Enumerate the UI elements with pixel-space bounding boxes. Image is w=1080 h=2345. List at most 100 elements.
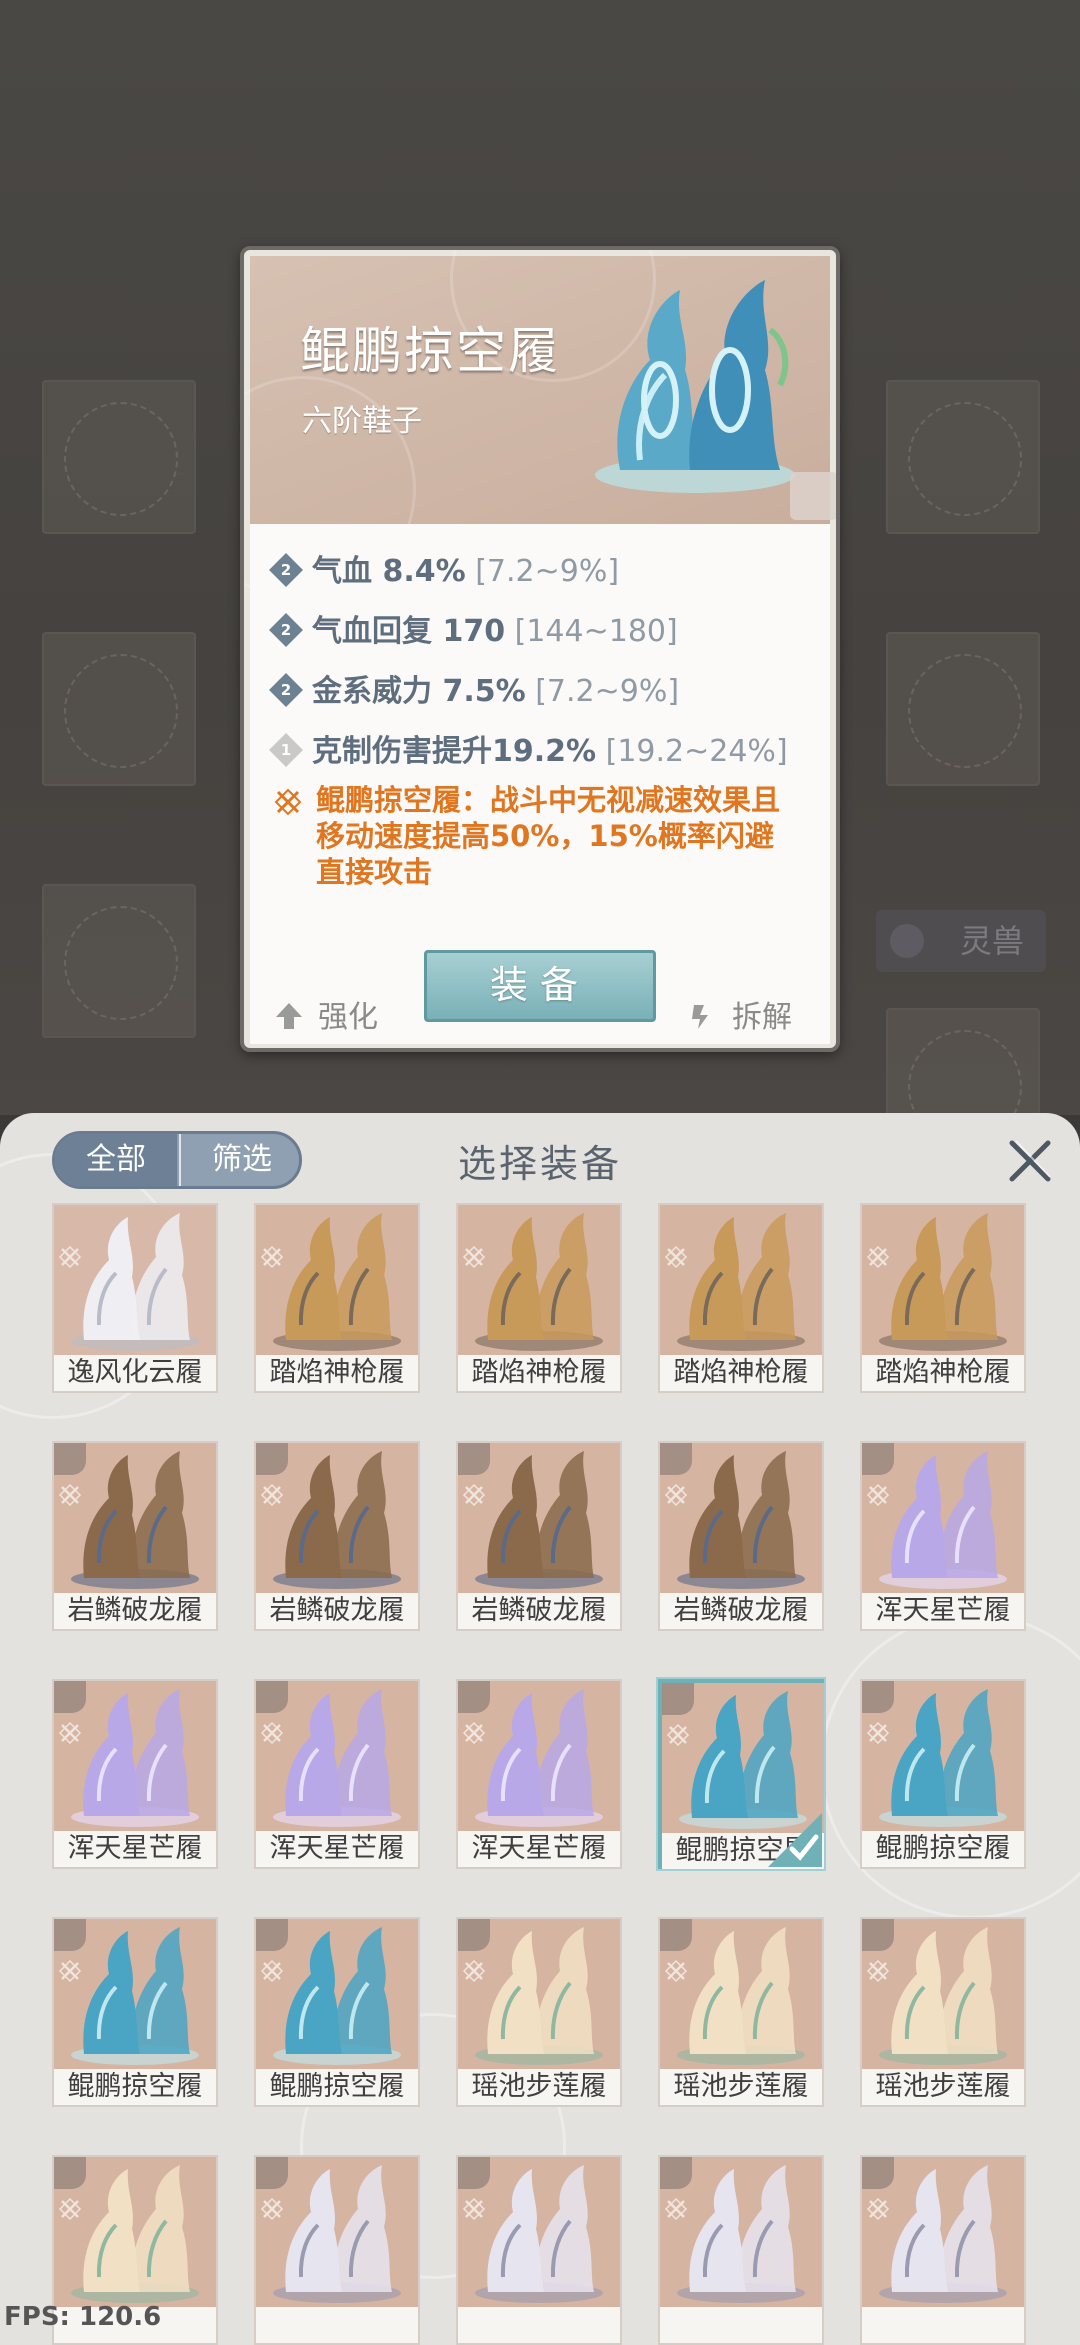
equip-button[interactable]: 装备	[424, 950, 656, 1022]
equipment-item-label: 鲲鹏掠空履	[256, 2069, 418, 2105]
stat-row: 2 金系威力 7.5% [7.2~9%]	[269, 666, 679, 709]
spirit-beast-icon	[890, 924, 924, 958]
special-effect-icon	[58, 1483, 82, 1507]
equipment-item[interactable]: 踏焰神枪履	[860, 1203, 1026, 1393]
equipment-item[interactable]: 岩鳞破龙履	[658, 1441, 824, 1631]
equipment-item-label	[660, 2307, 822, 2343]
special-effect-icon	[664, 1959, 688, 1983]
shoe-slot-icon	[54, 1443, 86, 1475]
equipment-item[interactable]	[860, 2155, 1026, 2345]
equipment-item-label: 瑶池步莲履	[660, 2069, 822, 2105]
select-equipment-panel: 全部 筛选 选择装备 逸风化云履 踏焰神枪履 踏焰神枪履 踏焰神枪履 踏焰神枪履 岩鳞破龙…	[0, 1113, 1080, 2345]
boots-icon	[879, 1213, 1007, 1351]
special-effect-line: 直接攻击	[316, 855, 433, 889]
shoe-slot-icon	[660, 1443, 692, 1475]
equipment-item[interactable]: 浑天星芒履	[456, 1679, 622, 1869]
equipment-item-label: 踏焰神枪履	[458, 1355, 620, 1391]
equipment-artwork	[660, 1205, 822, 1355]
fps-counter: FPS: 120.6	[4, 2302, 162, 2332]
shoe-slot-icon	[862, 2157, 894, 2189]
equipment-item[interactable]: 岩鳞破龙履	[456, 1441, 622, 1631]
bg-equip-slot	[42, 884, 196, 1038]
equipment-item[interactable]: 浑天星芒履	[52, 1679, 218, 1869]
stat-tier-icon: 1	[269, 732, 303, 767]
shoe-slot-icon	[256, 1443, 288, 1475]
strengthen-label: 强化	[318, 1000, 378, 1035]
special-effect-icon	[866, 1483, 890, 1507]
shoe-slot-icon	[54, 2157, 86, 2189]
equipment-item[interactable]: 浑天星芒履	[254, 1679, 420, 1869]
shoe-slot-icon	[660, 2157, 692, 2189]
equipment-item-label: 瑶池步莲履	[458, 2069, 620, 2105]
equipment-item[interactable]: 岩鳞破龙履	[52, 1441, 218, 1631]
equipment-item[interactable]: 瑶池步莲履	[860, 1917, 1026, 2107]
special-effect-icon	[462, 1483, 486, 1507]
spirit-beast-label: 灵兽	[959, 922, 1024, 960]
item-name: 鲲鹏掠空履	[300, 322, 560, 380]
boots-icon	[71, 1213, 199, 1351]
equipment-item-label: 瑶池步莲履	[862, 2069, 1024, 2105]
special-effect-icon	[866, 1721, 890, 1745]
equipment-item[interactable]: 踏焰神枪履	[456, 1203, 622, 1393]
equipment-item[interactable]	[456, 2155, 622, 2345]
equipment-item-label: 浑天星芒履	[256, 1831, 418, 1867]
equipment-detail-card: 鲲鹏掠空履 六阶鞋子 2 气血 8.4% [7.2~9%] 2 气血回复 170 […	[240, 246, 840, 1052]
equipment-item[interactable]	[254, 2155, 420, 2345]
equipment-item[interactable]: 鲲鹏掠空履	[658, 1679, 824, 1869]
equipment-item-label	[862, 2307, 1024, 2343]
boots-artwork-icon	[595, 280, 795, 493]
shoe-slot-icon	[458, 1443, 490, 1475]
stat-tier-icon: 2	[269, 552, 303, 587]
special-effect-line: 鲲鹏掠空履：战斗中无视减速效果且	[316, 783, 781, 817]
equipment-item[interactable]: 鲲鹏掠空履	[254, 1917, 420, 2107]
bg-equip-slot	[886, 632, 1040, 786]
equipment-item-label: 踏焰神枪履	[660, 1355, 822, 1391]
arrow-up-icon	[276, 1002, 302, 1029]
special-effect-icon	[260, 1245, 284, 1269]
equipment-item-label	[458, 2307, 620, 2343]
special-effect-icon	[58, 1245, 82, 1269]
equipment-item-label: 踏焰神枪履	[256, 1355, 418, 1391]
equipment-grid: 逸风化云履 踏焰神枪履 踏焰神枪履 踏焰神枪履 踏焰神枪履 岩鳞破龙履 岩鳞破龙履 岩鳞破龙履…	[0, 1199, 1080, 2345]
stat-row: 2 气血 8.4% [7.2~9%]	[269, 546, 619, 589]
bg-equip-slot	[886, 380, 1040, 534]
close-icon[interactable]	[1002, 1133, 1058, 1189]
equipment-artwork	[458, 1205, 620, 1355]
dismantle-button[interactable]: 拆解	[688, 992, 792, 1035]
equipment-item-label: 浑天星芒履	[862, 1593, 1024, 1629]
item-type: 六阶鞋子	[302, 404, 422, 439]
special-effect-icon	[462, 1245, 486, 1269]
special-effect-icon	[664, 1483, 688, 1507]
equipment-item[interactable]: 踏焰神枪履	[658, 1203, 824, 1393]
equipment-item[interactable]: 岩鳞破龙履	[254, 1441, 420, 1631]
equipment-item[interactable]: 瑶池步莲履	[456, 1917, 622, 2107]
equipment-item-label: 岩鳞破龙履	[54, 1593, 216, 1629]
stat-row: 2 气血回复 170 [144~180]	[269, 606, 678, 649]
shoe-slot-icon	[660, 1919, 692, 1951]
equipment-item[interactable]: 鲲鹏掠空履	[860, 1679, 1026, 1869]
equipment-item[interactable]: 浑天星芒履	[860, 1441, 1026, 1631]
equipment-item[interactable]: 鲲鹏掠空履	[52, 1917, 218, 2107]
special-effect-icon	[664, 2197, 688, 2221]
equipment-item-label: 浑天星芒履	[458, 1831, 620, 1867]
dismantle-label: 拆解	[732, 1000, 792, 1035]
equipment-artwork	[54, 1205, 216, 1355]
equipment-item-label: 逸风化云履	[54, 1355, 216, 1391]
equipment-item-label: 岩鳞破龙履	[256, 1593, 418, 1629]
special-effect-icon	[866, 1245, 890, 1269]
shoe-slot-icon	[790, 472, 836, 520]
equipment-item[interactable]	[658, 2155, 824, 2345]
strengthen-button[interactable]: 强化	[274, 992, 378, 1035]
selected-check-icon	[768, 1813, 822, 1867]
equipment-item[interactable]: 瑶池步莲履	[658, 1917, 824, 2107]
equipment-item-label: 鲲鹏掠空履	[54, 2069, 216, 2105]
special-effect-icon	[462, 1721, 486, 1745]
equipment-item-label: 岩鳞破龙履	[660, 1593, 822, 1629]
equipment-item[interactable]: 踏焰神枪履	[254, 1203, 420, 1393]
spirit-beast-tab: 灵兽	[876, 910, 1046, 972]
special-effect-icon	[664, 1245, 688, 1269]
equipment-item-label: 浑天星芒履	[54, 1831, 216, 1867]
shoe-slot-icon	[256, 2157, 288, 2189]
stat-row: 1 克制伤害提升19.2% [19.2~24%]	[269, 726, 788, 769]
equipment-item[interactable]: 逸风化云履	[52, 1203, 218, 1393]
